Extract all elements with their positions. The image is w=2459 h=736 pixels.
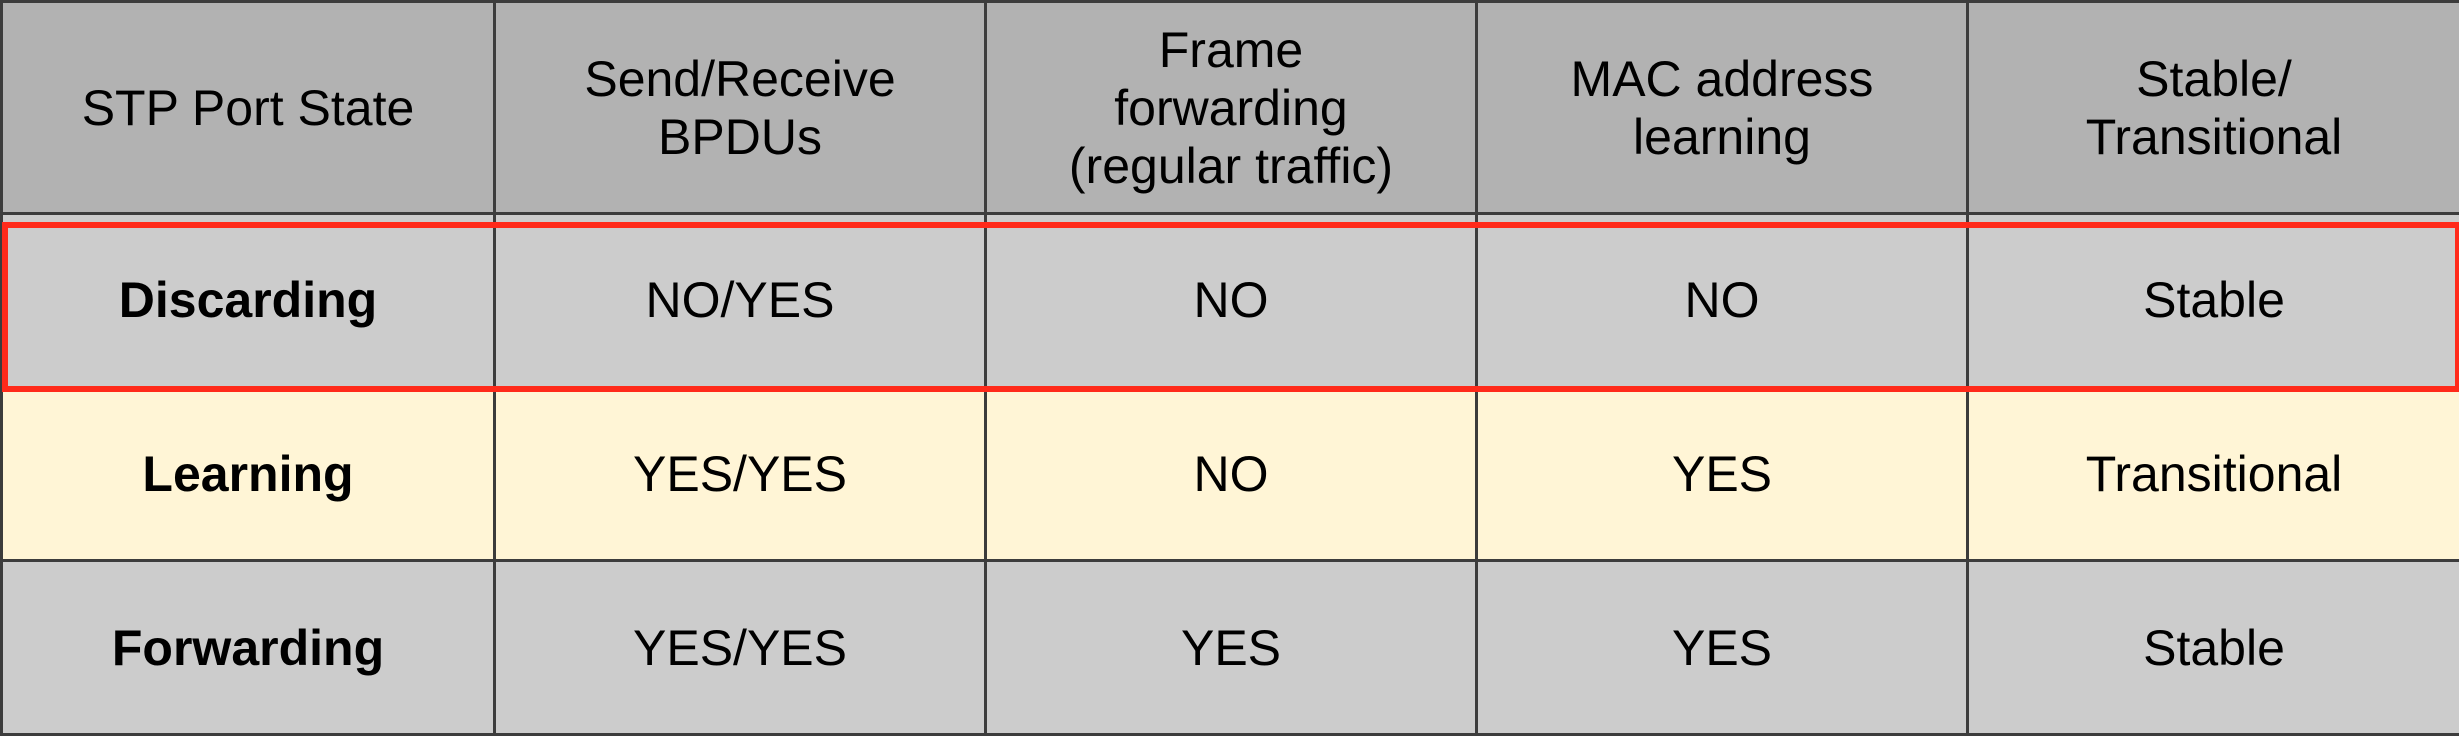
bpdu-cell: YES/YES bbox=[493, 559, 987, 736]
table-row-discarding: Discarding NO/YES NO NO Stable bbox=[0, 212, 2459, 389]
state-cell: Forwarding bbox=[0, 559, 496, 736]
frame-forwarding-cell: YES bbox=[984, 559, 1478, 736]
mac-learning-cell: NO bbox=[1475, 212, 1969, 389]
header-send-receive-bpdus: Send/Receive BPDUs bbox=[493, 0, 987, 215]
header-mac-address-learning: MAC address learning bbox=[1475, 0, 1969, 215]
frame-forwarding-cell: NO bbox=[984, 385, 1478, 563]
stp-port-state-table: STP Port State Send/Receive BPDUs Frame … bbox=[0, 0, 2459, 736]
table-row-forwarding: Forwarding YES/YES YES YES Stable bbox=[0, 559, 2459, 736]
stability-cell: Transitional bbox=[1966, 385, 2459, 563]
stability-cell: Stable bbox=[1966, 212, 2459, 389]
state-cell: Learning bbox=[0, 385, 496, 563]
stability-cell: Stable bbox=[1966, 559, 2459, 736]
header-row: STP Port State Send/Receive BPDUs Frame … bbox=[0, 0, 2459, 215]
state-cell: Discarding bbox=[0, 212, 496, 389]
table-row-learning: Learning YES/YES NO YES Transitional bbox=[0, 385, 2459, 563]
header-stable-transitional: Stable/ Transitional bbox=[1966, 0, 2459, 215]
bpdu-cell: YES/YES bbox=[493, 385, 987, 563]
frame-forwarding-cell: NO bbox=[984, 212, 1478, 389]
header-frame-forwarding: Frame forwarding (regular traffic) bbox=[984, 0, 1478, 215]
mac-learning-cell: YES bbox=[1475, 559, 1969, 736]
mac-learning-cell: YES bbox=[1475, 385, 1969, 563]
bpdu-cell: NO/YES bbox=[493, 212, 987, 389]
header-stp-port-state: STP Port State bbox=[0, 0, 496, 215]
